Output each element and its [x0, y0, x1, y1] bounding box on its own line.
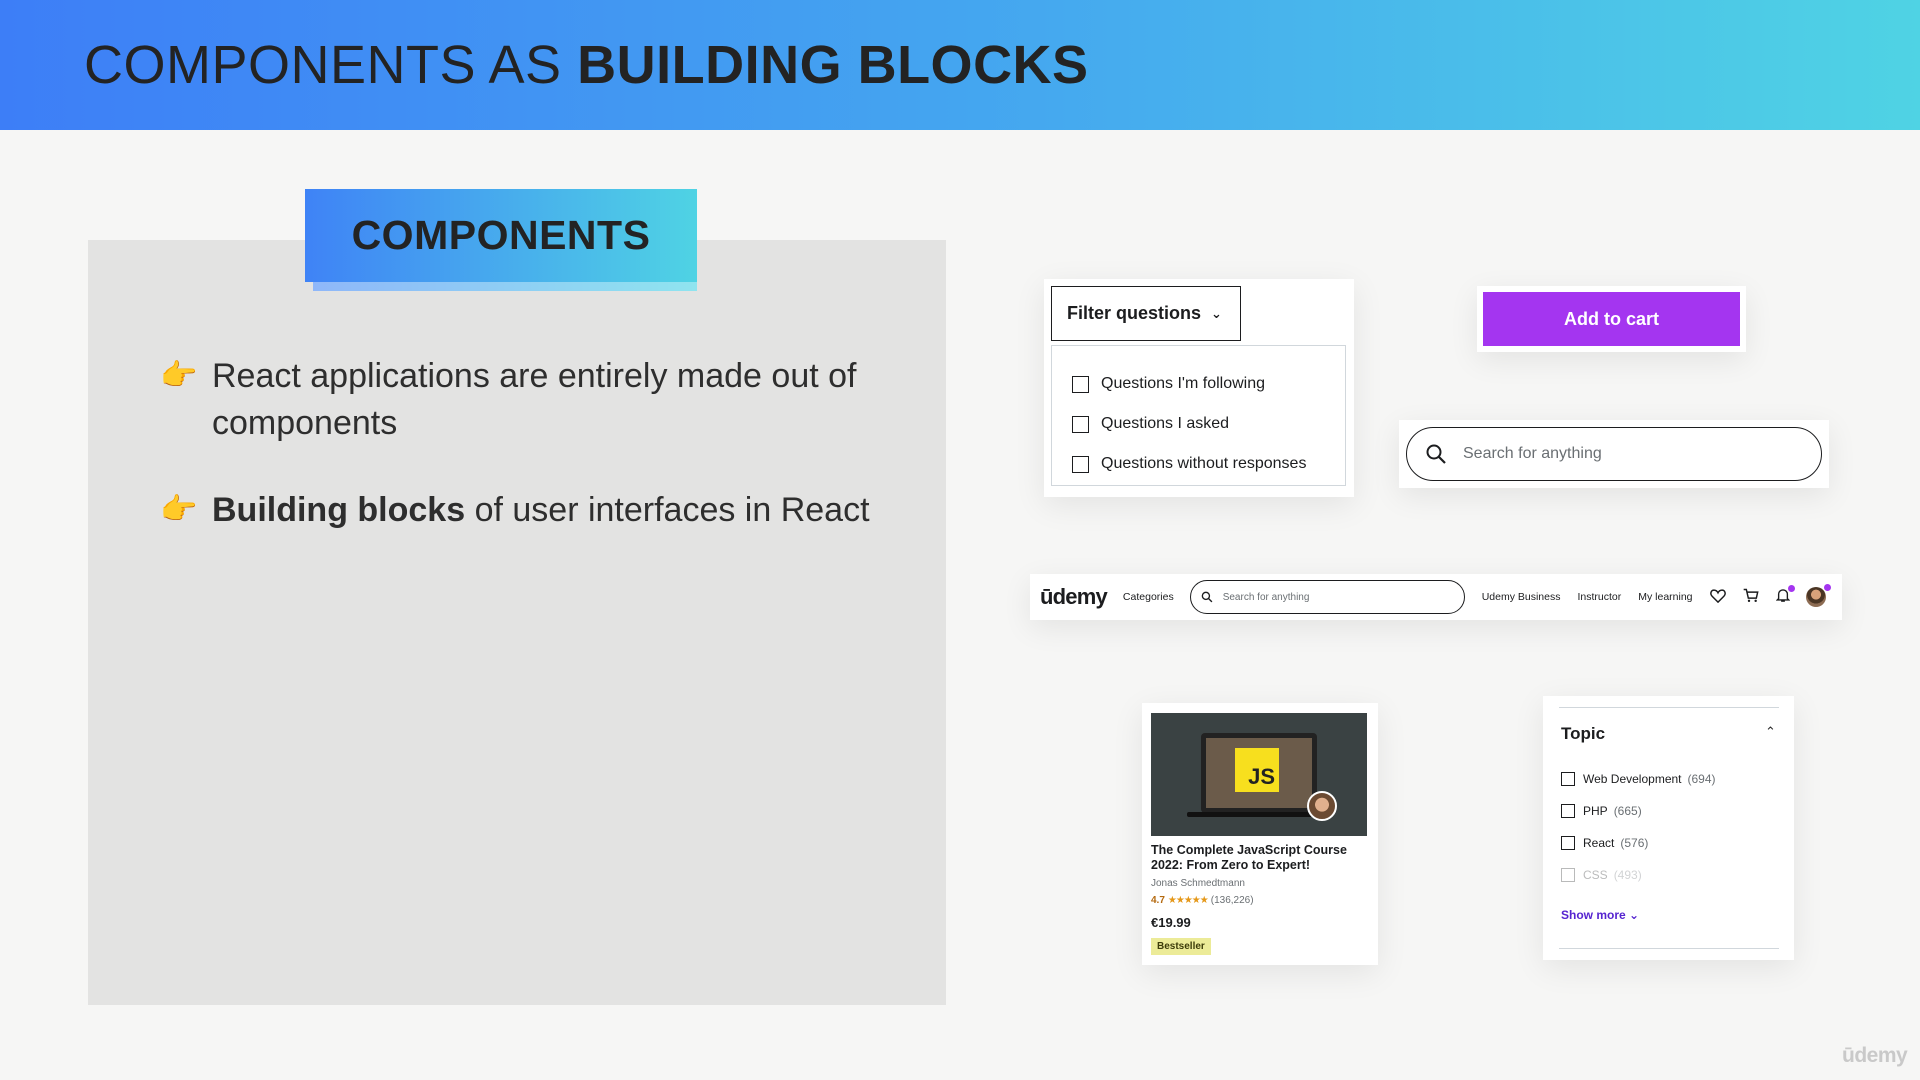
- udemy-watermark: ūdemy: [1842, 1044, 1908, 1067]
- chevron-down-icon: ⌄: [1629, 908, 1640, 922]
- divider: [1559, 707, 1779, 708]
- chevron-up-icon[interactable]: ⌃: [1765, 724, 1776, 740]
- nav-link-my-learning[interactable]: My learning: [1638, 591, 1692, 603]
- topic-count: (493): [1613, 868, 1642, 882]
- add-to-cart-button[interactable]: Add to cart: [1483, 292, 1740, 346]
- star-icons: ★★★★★: [1167, 895, 1209, 906]
- topic-label: CSS: [1583, 868, 1608, 882]
- show-more-label: Show more: [1561, 908, 1626, 922]
- filter-questions-button[interactable]: Filter questions ⌄: [1051, 286, 1241, 341]
- topic-filter-card: Topic ⌃ Web Development (694) PHP (665) Re…: [1543, 696, 1794, 960]
- topic-count: (576): [1620, 836, 1649, 850]
- title-bold: BUILDING BLOCKS: [577, 35, 1089, 95]
- udemy-logo[interactable]: ūdemy: [1040, 584, 1108, 610]
- bullet-2: 👉 Building blocks of user interfaces in …: [160, 487, 912, 534]
- topic-option[interactable]: Web Development (694): [1561, 772, 1716, 786]
- bullet-2-rest: of user interfaces in React: [465, 491, 870, 529]
- checkbox[interactable]: [1561, 772, 1575, 786]
- search-icon: [1426, 444, 1446, 464]
- topic-option[interactable]: PHP (665): [1561, 804, 1642, 818]
- checkbox[interactable]: [1561, 868, 1575, 882]
- nav-search-input[interactable]: Search for anything: [1189, 580, 1465, 614]
- rating-value: 4.7: [1151, 895, 1165, 906]
- heart-icon[interactable]: [1709, 588, 1726, 607]
- checkbox[interactable]: [1072, 455, 1089, 473]
- search-input[interactable]: Search for anything: [1406, 427, 1822, 481]
- cart-icon[interactable]: [1743, 588, 1759, 607]
- topic-count: (694): [1687, 772, 1716, 786]
- filter-option[interactable]: Questions I asked: [1052, 404, 1345, 444]
- course-card[interactable]: JS The Complete JavaScript Course 2022: …: [1142, 703, 1378, 965]
- avatar[interactable]: [1805, 584, 1831, 607]
- filter-option[interactable]: Questions I'm following: [1052, 364, 1345, 404]
- checkbox[interactable]: [1072, 375, 1089, 393]
- nav-search-placeholder: Search for anything: [1222, 591, 1310, 603]
- course-thumbnail: JS: [1151, 713, 1367, 836]
- pointing-hand-icon: 👉: [160, 493, 198, 526]
- pointing-hand-icon: 👉: [160, 359, 198, 392]
- divider: [1559, 948, 1779, 949]
- filter-button-label: Filter questions: [1067, 303, 1202, 323]
- topic-option[interactable]: CSS (493): [1561, 868, 1642, 882]
- checkbox[interactable]: [1072, 415, 1089, 433]
- bell-icon[interactable]: [1775, 584, 1795, 607]
- bullet-1: 👉 React applications are entirely made o…: [160, 353, 912, 447]
- title-light: COMPONENTS AS: [84, 35, 578, 95]
- topic-option[interactable]: React (576): [1561, 836, 1648, 850]
- filter-option[interactable]: Questions without responses: [1052, 444, 1345, 484]
- topic-count: (665): [1613, 804, 1642, 818]
- topic-title[interactable]: Topic: [1561, 724, 1605, 744]
- show-more-link[interactable]: Show more ⌄: [1561, 908, 1639, 922]
- search-icon: [1201, 591, 1213, 603]
- course-price: €19.99: [1151, 915, 1191, 930]
- bullet-1-text: React applications are entirely made out…: [212, 357, 857, 442]
- search-placeholder: Search for anything: [1463, 445, 1602, 462]
- course-title[interactable]: The Complete JavaScript Course 2022: Fro…: [1151, 843, 1371, 873]
- bullet-2-bold: Building blocks: [212, 491, 466, 529]
- js-logo: JS: [1235, 748, 1279, 792]
- course-author: Jonas Schmedtmann: [1151, 878, 1245, 889]
- page-title: COMPONENTS AS BUILDING BLOCKS: [84, 34, 1089, 96]
- notification-dot: [1787, 584, 1795, 592]
- nav-categories[interactable]: Categories: [1123, 591, 1174, 603]
- header-bar: COMPONENTS AS BUILDING BLOCKS: [0, 0, 1920, 130]
- topic-label: Web Development: [1583, 772, 1682, 786]
- chevron-down-icon: ⌄: [1211, 305, 1222, 321]
- instructor-avatar: [1307, 791, 1337, 821]
- filter-option-label: Questions I asked: [1101, 415, 1230, 432]
- bestseller-badge: Bestseller: [1151, 938, 1211, 955]
- topic-label: PHP: [1583, 804, 1608, 818]
- notification-dot: [1823, 584, 1831, 591]
- checkbox[interactable]: [1561, 836, 1575, 850]
- components-tag: COMPONENTS: [305, 189, 697, 282]
- rating-count: (136,226): [1210, 895, 1254, 906]
- filter-option-label: Questions I'm following: [1101, 375, 1266, 392]
- course-rating: 4.7 ★★★★★ (136,226): [1151, 895, 1254, 906]
- filter-option-label: Questions without responses: [1101, 455, 1307, 472]
- topic-label: React: [1583, 836, 1615, 850]
- udemy-navbar: ūdemy Categories Search for anything Ude…: [1030, 574, 1842, 620]
- components-tag-label: COMPONENTS: [351, 212, 651, 258]
- nav-link-udemy-business[interactable]: Udemy Business: [1482, 591, 1561, 603]
- bullet-2-text: Building blocks of user interfaces in Re…: [212, 487, 912, 534]
- nav-link-instructor[interactable]: Instructor: [1577, 591, 1621, 603]
- checkbox[interactable]: [1561, 804, 1575, 818]
- filter-dropdown: Questions I'm following Questions I aske…: [1051, 345, 1346, 486]
